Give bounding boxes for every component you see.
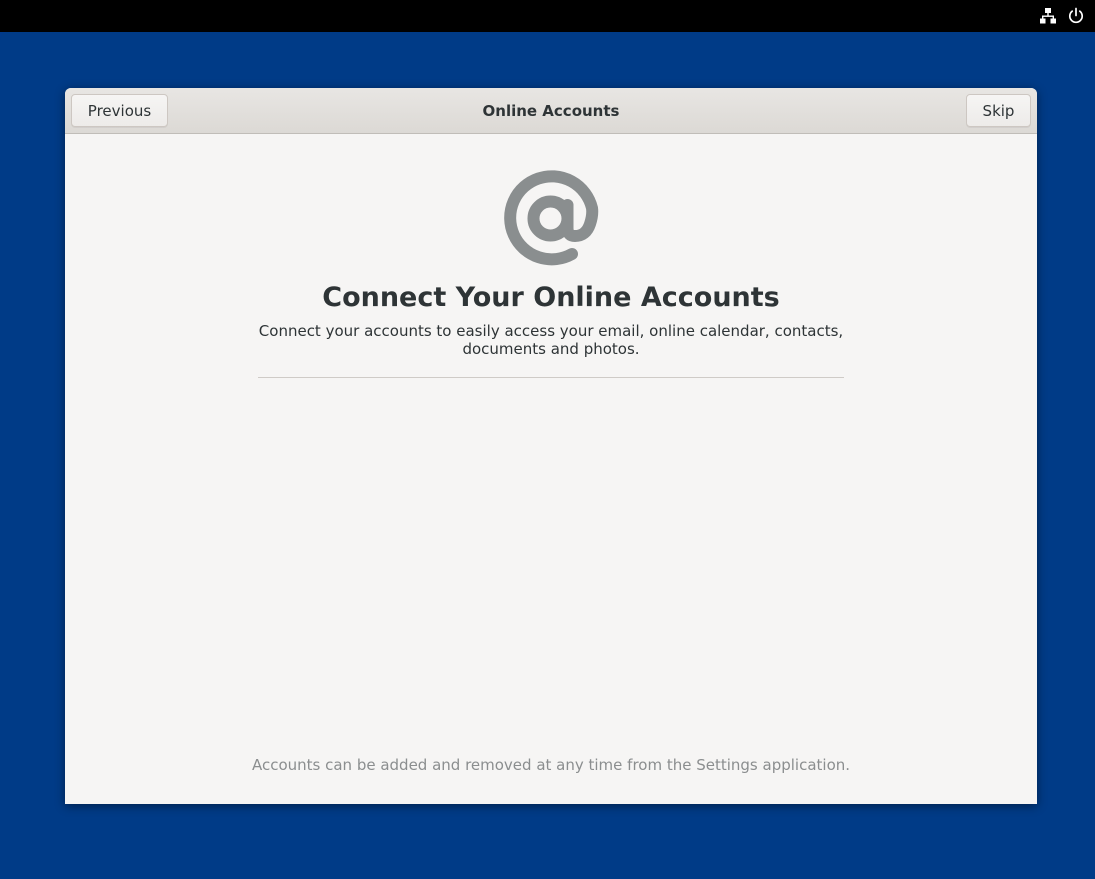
- system-tray: [1039, 0, 1085, 32]
- online-accounts-window: Previous Online Accounts Skip Connect Yo…: [65, 88, 1037, 804]
- top-bar: [0, 0, 1095, 32]
- page-content: Connect Your Online Accounts Connect you…: [65, 134, 1037, 804]
- window-title: Online Accounts: [482, 102, 620, 120]
- page-title: Connect Your Online Accounts: [322, 282, 780, 313]
- at-sign-icon: [502, 170, 599, 267]
- network-wired-icon[interactable]: [1039, 7, 1057, 25]
- page-description: Connect your accounts to easily access y…: [258, 322, 844, 358]
- previous-button[interactable]: Previous: [71, 94, 168, 127]
- power-icon[interactable]: [1067, 7, 1085, 25]
- skip-button[interactable]: Skip: [966, 94, 1031, 127]
- header-bar: Previous Online Accounts Skip: [65, 88, 1037, 134]
- footer-note: Accounts can be added and removed at any…: [251, 756, 851, 774]
- accounts-list: [258, 377, 844, 378]
